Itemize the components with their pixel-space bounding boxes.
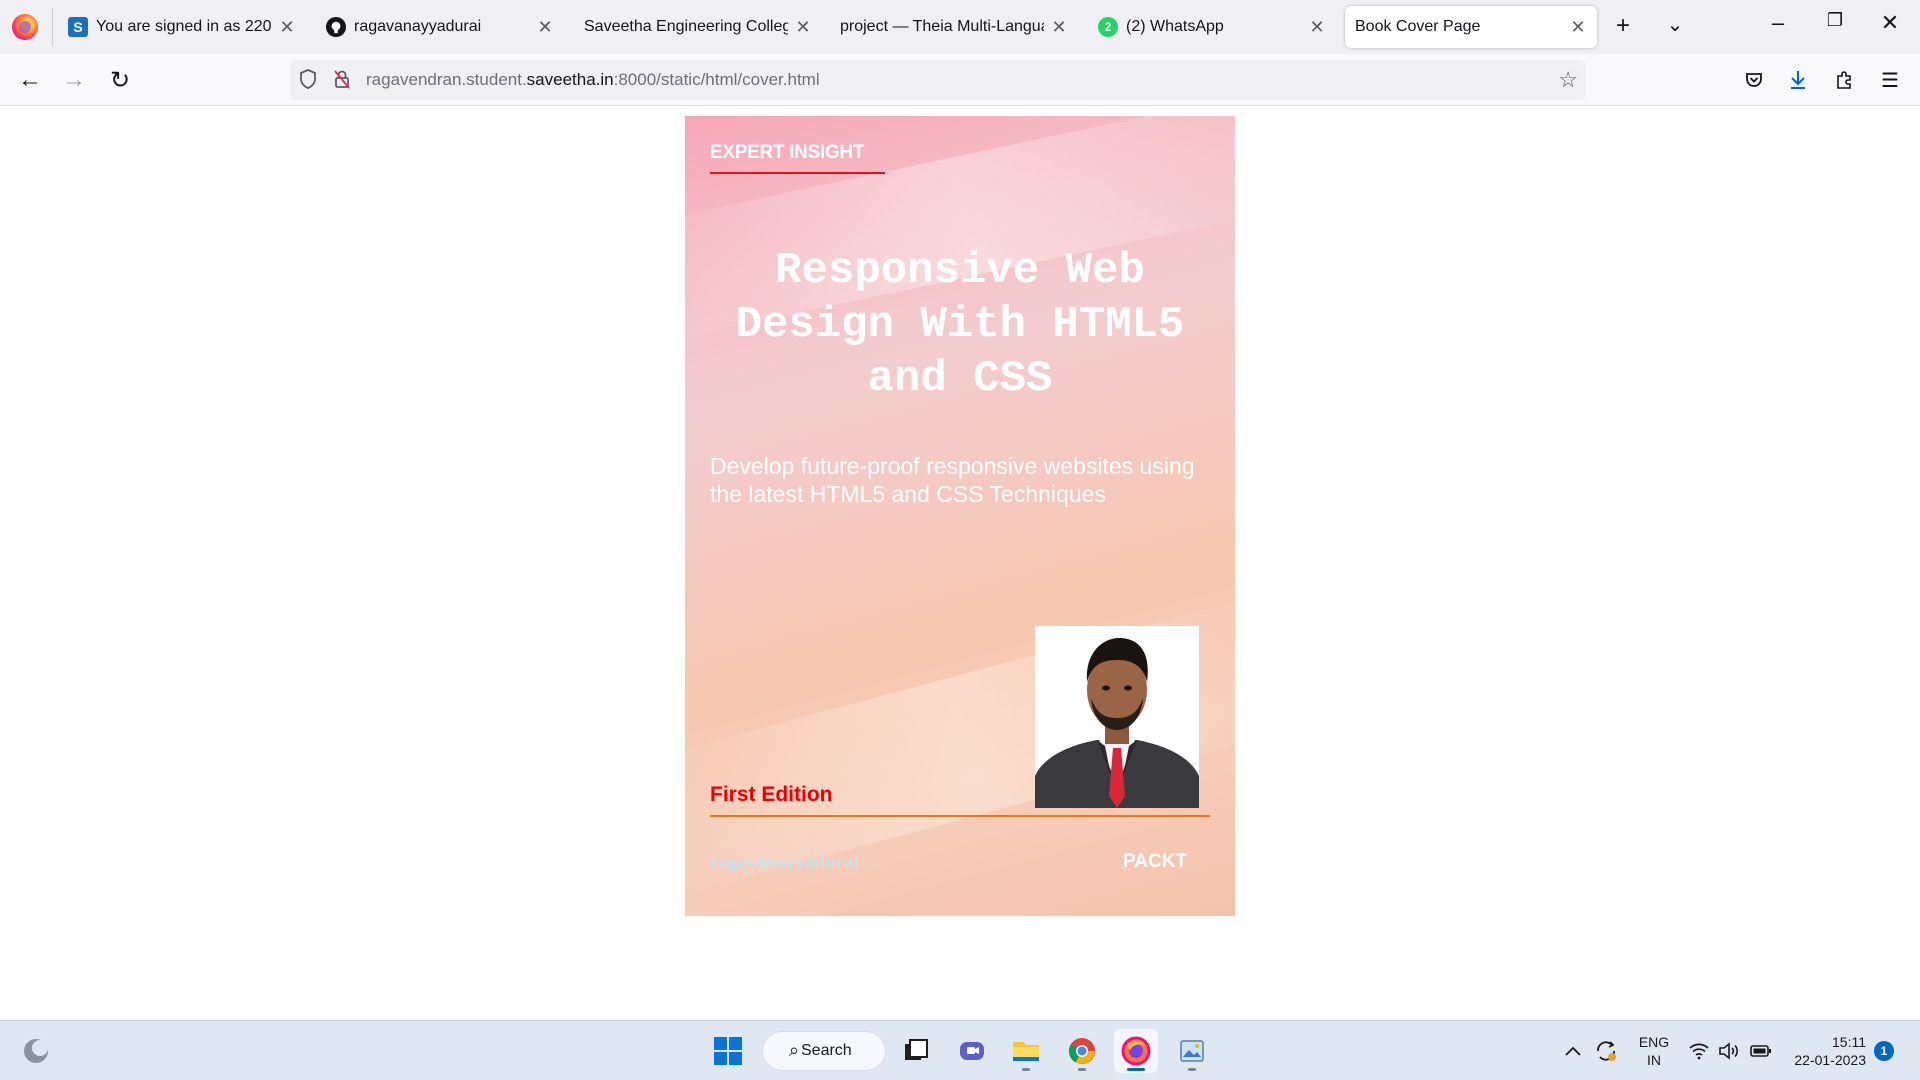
search-icon: ⌕: [789, 1040, 800, 1060]
close-tab-icon[interactable]: ✕: [1308, 17, 1326, 38]
address-bar[interactable]: ragavendran.student.saveetha.in:8000/sta…: [290, 60, 1586, 100]
photos-app-icon[interactable]: [1170, 1029, 1214, 1073]
tab-title: ragavanayyadurai: [354, 18, 482, 35]
downloads-icon[interactable]: [1782, 64, 1814, 96]
shield-icon[interactable]: [296, 68, 320, 96]
clock-time: 15:11: [1832, 1034, 1866, 1050]
url-domain: saveetha.in: [526, 70, 614, 89]
volume-icon[interactable]: [1714, 1029, 1744, 1073]
navigation-bar: ← → ↻ ragavendran.student.saveetha.in:80…: [0, 54, 1920, 106]
tab-theia[interactable]: project — Theia Multi-Language ✕: [830, 6, 1078, 48]
tab-list-chevron-icon[interactable]: ⌄: [1660, 12, 1690, 37]
windows-start-icon[interactable]: [706, 1029, 750, 1073]
minimize-icon[interactable]: –: [1758, 10, 1798, 36]
tab-title: Book Cover Page: [1355, 18, 1481, 35]
url-prefix: ragavendran.student.: [366, 70, 527, 89]
series-label: EXPERT INSIGHT: [710, 142, 865, 163]
wifi-icon[interactable]: [1684, 1029, 1714, 1073]
app-menu-icon[interactable]: ☰: [1874, 64, 1906, 96]
s-favicon-icon: S: [68, 17, 88, 37]
edition-label: First Edition: [710, 783, 833, 806]
new-tab-icon[interactable]: +: [1608, 12, 1638, 40]
region-code: IN: [1647, 1052, 1661, 1068]
book-cover: EXPERT INSIGHT Responsive Web Design Wit…: [685, 116, 1235, 916]
tab-github[interactable]: ragavanayyadurai ✕: [316, 6, 564, 48]
active-indicator: [1127, 1068, 1145, 1071]
chrome-icon[interactable]: [1060, 1029, 1104, 1073]
series-underline: [710, 172, 885, 174]
author-portrait-image: [1035, 626, 1199, 808]
tab-title: (2) WhatsApp: [1126, 18, 1224, 35]
close-tab-icon[interactable]: ✕: [278, 17, 296, 38]
running-indicator: [1188, 1068, 1196, 1071]
search-label: Search: [801, 1042, 852, 1059]
tab-strip: S You are signed in as 22003245 ✕ ragava…: [0, 0, 1920, 54]
edition-underline: [710, 815, 1210, 817]
language-code: ENG: [1638, 1034, 1670, 1050]
github-icon: [326, 17, 346, 37]
weather-widget-icon[interactable]: [14, 1029, 58, 1073]
running-indicator: [1078, 1068, 1086, 1071]
firefox-taskbar-icon[interactable]: [1114, 1029, 1158, 1073]
running-indicator: [1022, 1068, 1030, 1071]
back-arrow-icon[interactable]: ←: [14, 64, 46, 96]
restore-icon[interactable]: ❐: [1815, 10, 1855, 31]
firefox-menu-icon[interactable]: [12, 14, 38, 40]
system-clock[interactable]: 15:11 22-01-2023: [1782, 1033, 1866, 1069]
file-explorer-icon[interactable]: [1004, 1029, 1048, 1073]
close-tab-icon[interactable]: ✕: [794, 17, 812, 38]
show-hidden-icons-chevron-icon[interactable]: [1558, 1029, 1588, 1073]
window-close-icon[interactable]: ✕: [1870, 10, 1910, 36]
tab-book-cover[interactable]: Book Cover Page ✕: [1345, 6, 1597, 48]
url-text[interactable]: ragavendran.student.saveetha.in:8000/sta…: [366, 70, 820, 90]
notification-badge[interactable]: 1: [1874, 1041, 1894, 1061]
battery-icon[interactable]: [1746, 1029, 1776, 1073]
clock-date: 22-01-2023: [1794, 1052, 1866, 1068]
book-title: Responsive Web Design With HTML5 and CSS: [735, 246, 1185, 404]
publisher-name: PACKT: [1123, 851, 1188, 872]
pocket-icon[interactable]: [1738, 64, 1770, 96]
author-photo: [1035, 626, 1199, 808]
extensions-icon[interactable]: [1828, 64, 1860, 96]
taskbar-search[interactable]: ⌕ Search: [762, 1031, 886, 1071]
tab-title: You are signed in as 22003245: [96, 18, 272, 35]
close-tab-icon[interactable]: ✕: [536, 17, 554, 38]
close-tab-icon[interactable]: ✕: [1569, 17, 1587, 38]
url-suffix: :8000/static/html/cover.html: [613, 70, 820, 89]
close-tab-icon[interactable]: ✕: [1050, 17, 1068, 38]
forward-arrow-icon[interactable]: →: [58, 64, 90, 96]
tab-title: Saveetha Engineering College: [584, 18, 788, 35]
taskbar: ⌕ Search ENG IN 15:11 22-01-2023 1: [0, 1020, 1920, 1080]
insecure-lock-icon[interactable]: [330, 68, 354, 96]
tab-divider: [52, 8, 53, 46]
tab-title: project — Theia Multi-Language: [840, 18, 1044, 35]
book-subtitle: Develop future-proof responsive websites…: [710, 453, 1195, 507]
whatsapp-icon: 2: [1098, 17, 1118, 37]
tab-whatsapp[interactable]: 2 (2) WhatsApp ✕: [1088, 6, 1336, 48]
bookmark-star-icon[interactable]: ☆: [1558, 67, 1578, 93]
reload-icon[interactable]: ↻: [104, 64, 136, 96]
tab-saveetha[interactable]: Saveetha Engineering College ✕: [574, 6, 822, 48]
language-indicator[interactable]: ENG IN: [1636, 1033, 1672, 1069]
sync-icon[interactable]: [1590, 1029, 1622, 1073]
tab-signed-in[interactable]: S You are signed in as 22003245 ✕: [58, 6, 306, 48]
teams-chat-icon[interactable]: [950, 1029, 994, 1073]
task-view-icon[interactable]: [894, 1029, 938, 1073]
author-name: ragavanayyadurai: [710, 852, 859, 873]
